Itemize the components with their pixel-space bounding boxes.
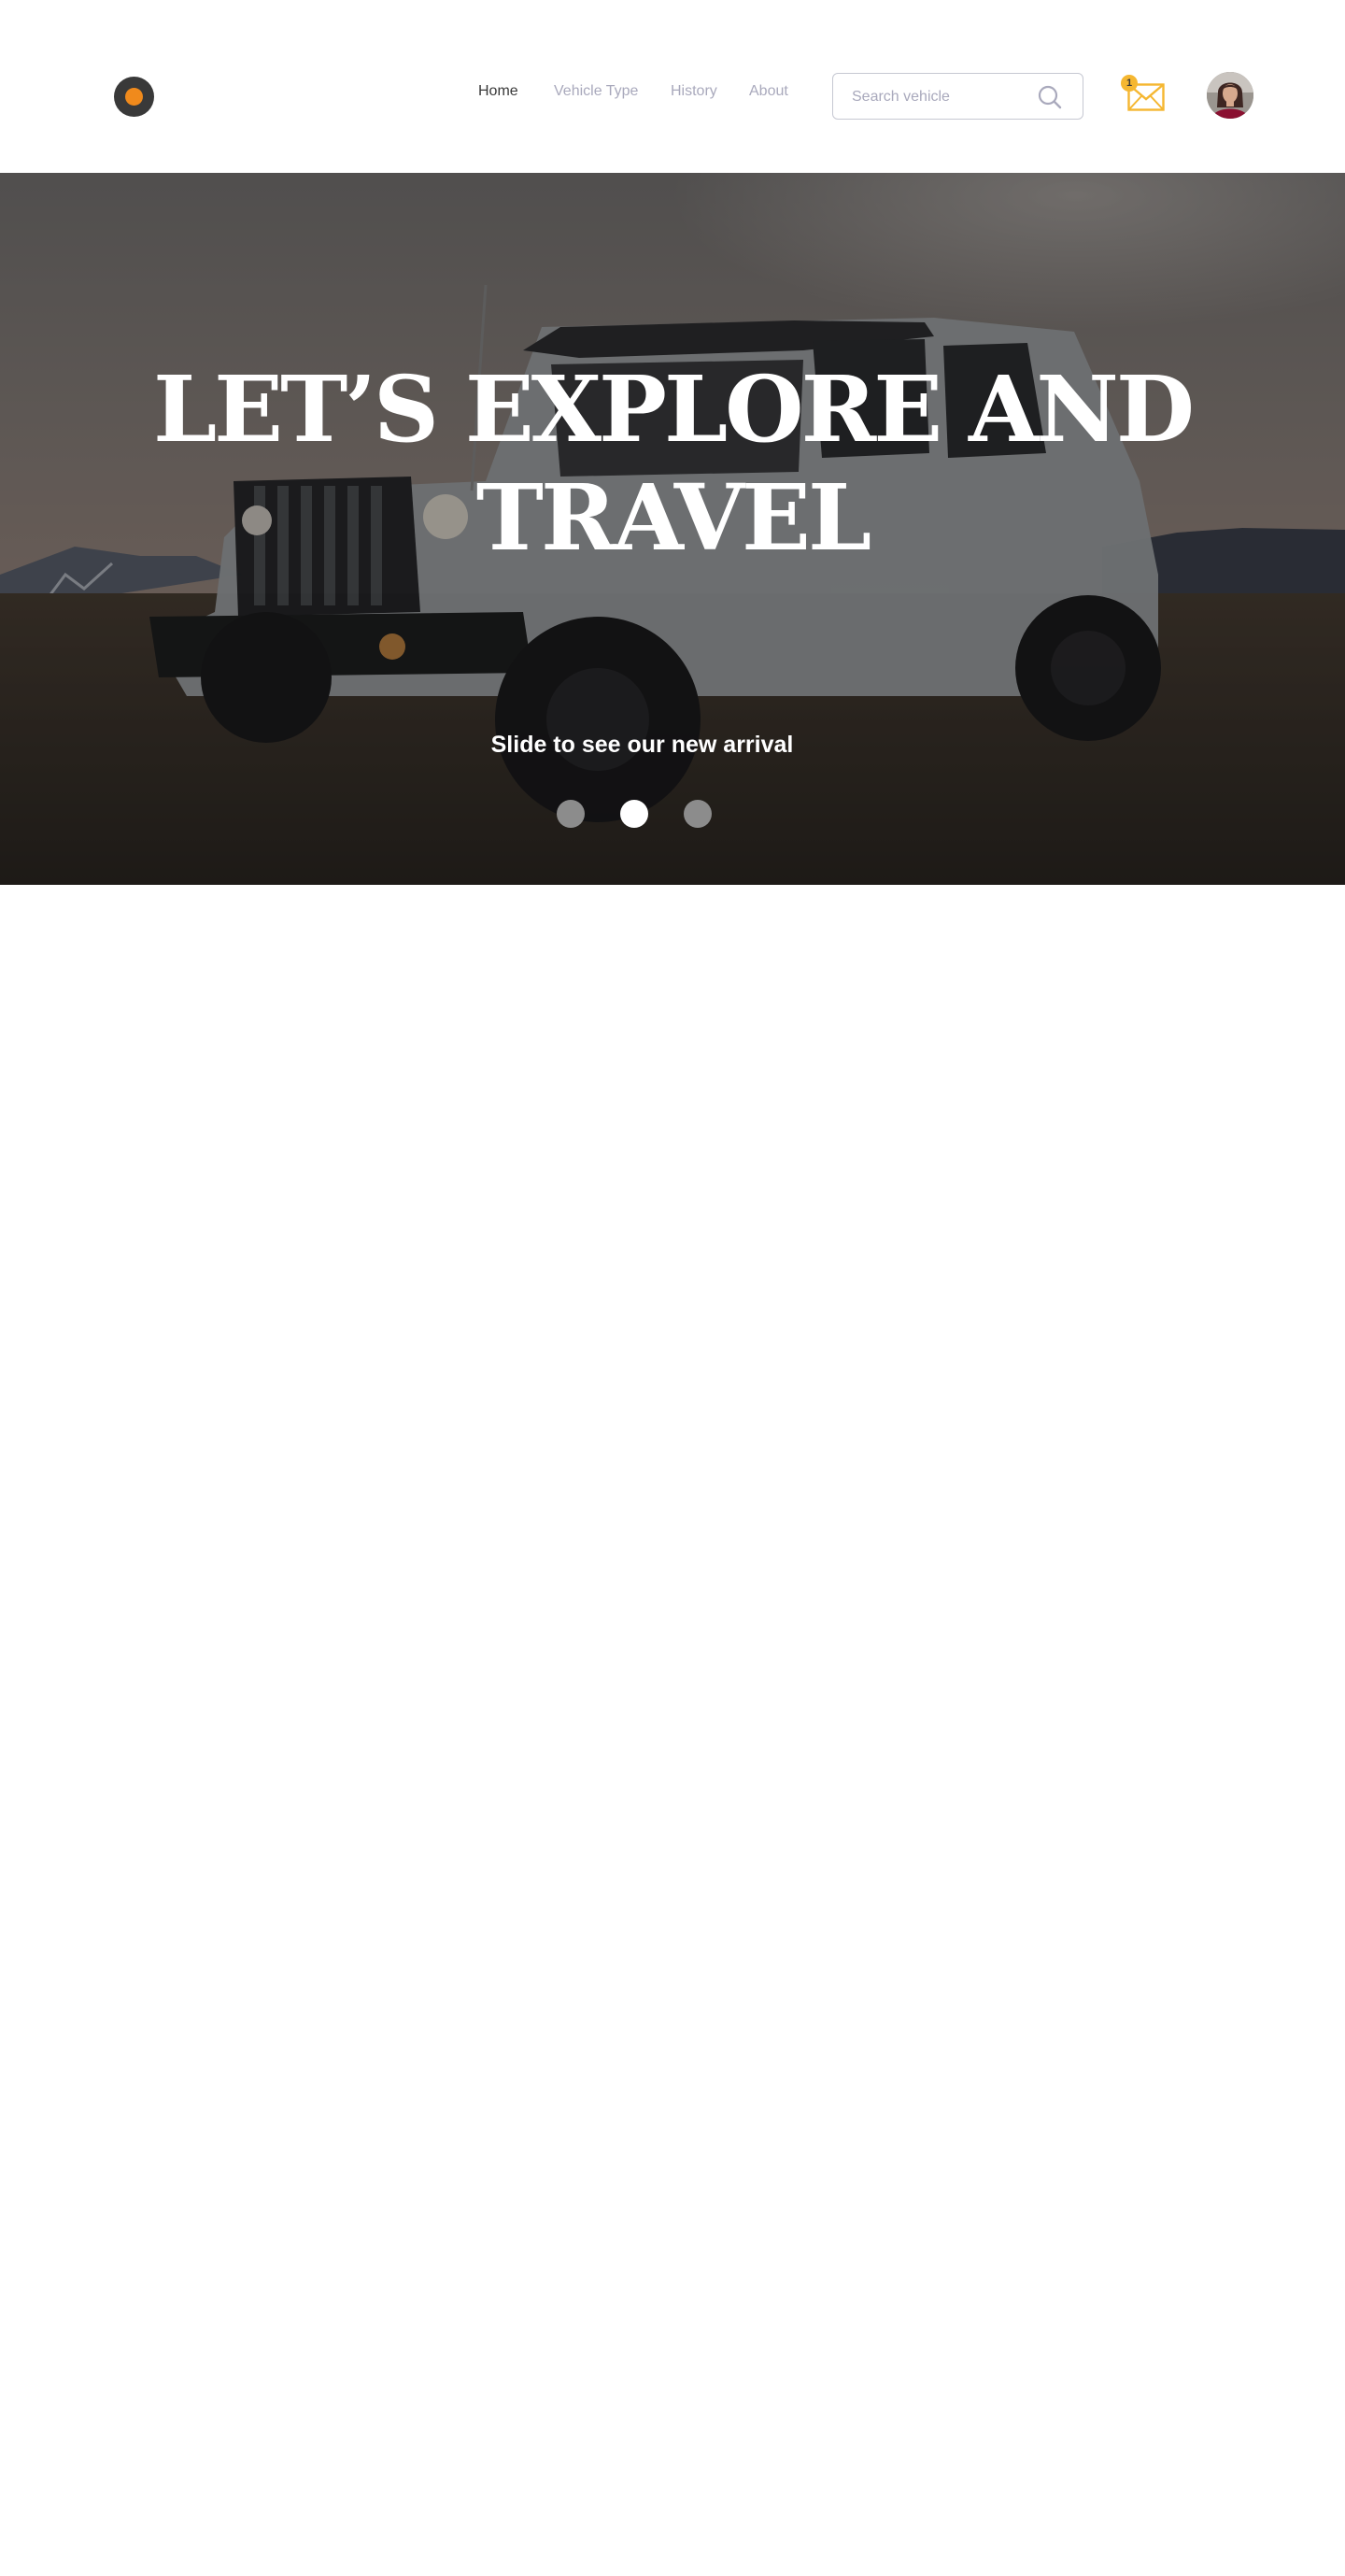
hero-banner: LET’S EXPLORE AND TRAVEL Slide to see ou…	[0, 173, 1345, 885]
slide-dot-2[interactable]	[620, 800, 648, 828]
site-header: Home Vehicle Type History About 1	[0, 0, 1345, 173]
nav-history[interactable]: History	[671, 83, 717, 100]
user-avatar[interactable]	[1207, 72, 1253, 119]
search-icon[interactable]	[1037, 84, 1063, 110]
nav-home[interactable]: Home	[478, 83, 518, 100]
nav-about[interactable]: About	[749, 83, 788, 100]
slide-dot-1[interactable]	[557, 800, 585, 828]
search-input[interactable]	[852, 86, 1029, 108]
hero-subtitle: Slide to see our new arrival	[490, 732, 794, 758]
search-box	[832, 73, 1083, 120]
avatar-photo	[1207, 72, 1253, 119]
slider-dots	[557, 799, 712, 829]
notifications-button[interactable]: 1	[1121, 75, 1168, 116]
notification-badge: 1	[1121, 75, 1138, 92]
hero-title: LET’S EXPLORE AND TRAVEL	[152, 356, 1195, 571]
slide-dot-3[interactable]	[684, 800, 712, 828]
logo-mark	[125, 88, 143, 106]
logo[interactable]	[114, 77, 154, 117]
nav-vehicle-type[interactable]: Vehicle Type	[554, 83, 638, 100]
